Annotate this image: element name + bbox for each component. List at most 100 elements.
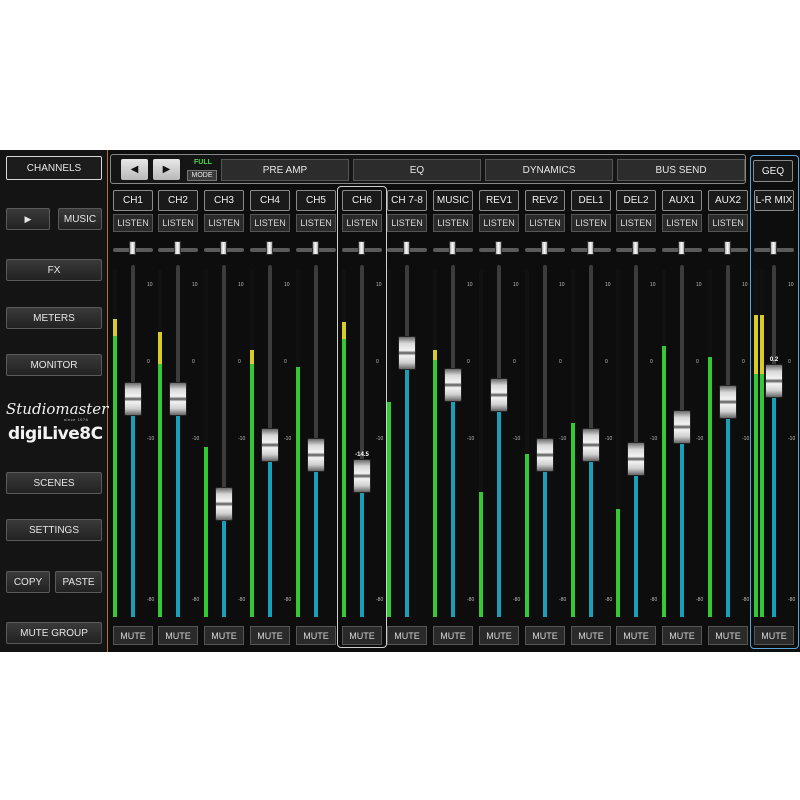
channel-name-button[interactable]: AUX1 bbox=[662, 190, 702, 211]
fader-knob[interactable] bbox=[490, 378, 508, 413]
channel-name-button[interactable]: DEL1 bbox=[571, 190, 611, 211]
fader-track[interactable] bbox=[451, 265, 455, 617]
pan-slider-knob[interactable] bbox=[724, 241, 731, 255]
fader-track[interactable] bbox=[726, 265, 730, 617]
scenes-button[interactable]: SCENES bbox=[6, 472, 102, 494]
mute-button[interactable]: MUTE bbox=[250, 626, 290, 645]
channel-name-button[interactable]: DEL2 bbox=[616, 190, 656, 211]
mute-group-button[interactable]: MUTE GROUP bbox=[6, 622, 102, 644]
channel-name-button[interactable]: CH2 bbox=[158, 190, 198, 211]
mute-button[interactable]: MUTE bbox=[525, 626, 565, 645]
mode-button[interactable]: MODE bbox=[187, 170, 217, 181]
next-page-button[interactable]: ▶ bbox=[153, 159, 180, 180]
channel-name-button[interactable]: CH6 bbox=[342, 190, 382, 211]
pan-slider-knob[interactable] bbox=[678, 241, 685, 255]
listen-button[interactable]: LISTEN bbox=[616, 214, 656, 232]
fader-track[interactable] bbox=[131, 265, 135, 617]
listen-button[interactable]: LISTEN bbox=[342, 214, 382, 232]
mute-button[interactable]: MUTE bbox=[342, 626, 382, 645]
channel-name-button[interactable]: REV1 bbox=[479, 190, 519, 211]
fader-knob[interactable] bbox=[124, 381, 142, 416]
pan-slider-knob[interactable] bbox=[403, 241, 410, 255]
channel-name-button[interactable]: CH4 bbox=[250, 190, 290, 211]
fader-knob[interactable] bbox=[444, 367, 462, 402]
pan-slider-knob[interactable] bbox=[770, 241, 777, 255]
pan-slider-knob[interactable] bbox=[174, 241, 181, 255]
meters-button[interactable]: METERS bbox=[6, 307, 102, 329]
pan-slider-knob[interactable] bbox=[266, 241, 273, 255]
listen-button[interactable]: LISTEN bbox=[571, 214, 611, 232]
channel-name-button[interactable]: CH5 bbox=[296, 190, 336, 211]
fader-knob[interactable] bbox=[307, 438, 325, 473]
mute-button[interactable]: MUTE bbox=[158, 626, 198, 645]
listen-button[interactable]: LISTEN bbox=[479, 214, 519, 232]
tab-bus-send[interactable]: BUS SEND bbox=[617, 159, 745, 181]
tab-eq[interactable]: EQ bbox=[353, 159, 481, 181]
mute-button[interactable]: MUTE bbox=[113, 626, 153, 645]
listen-button[interactable]: LISTEN bbox=[204, 214, 244, 232]
listen-button[interactable]: LISTEN bbox=[250, 214, 290, 232]
fader-track[interactable] bbox=[176, 265, 180, 617]
fader-knob[interactable] bbox=[719, 385, 737, 420]
monitor-button[interactable]: MONITOR bbox=[6, 354, 102, 376]
fader-knob[interactable] bbox=[765, 364, 783, 399]
listen-button[interactable]: LISTEN bbox=[296, 214, 336, 232]
listen-button[interactable]: LISTEN bbox=[662, 214, 702, 232]
mute-button[interactable]: MUTE bbox=[296, 626, 336, 645]
fader-knob[interactable] bbox=[582, 427, 600, 462]
mute-button[interactable]: MUTE bbox=[433, 626, 473, 645]
play-button[interactable]: ▶ bbox=[6, 208, 50, 230]
channel-name-button[interactable]: CH1 bbox=[113, 190, 153, 211]
full-mode-toggle[interactable]: FULL MODE bbox=[186, 158, 218, 182]
pan-slider-knob[interactable] bbox=[541, 241, 548, 255]
listen-button[interactable]: LISTEN bbox=[387, 214, 427, 232]
listen-button[interactable]: LISTEN bbox=[708, 214, 748, 232]
copy-button[interactable]: COPY bbox=[6, 571, 50, 593]
channel-name-button[interactable]: CH3 bbox=[204, 190, 244, 211]
channel-name-button[interactable]: L-R MIX bbox=[754, 190, 794, 211]
settings-button[interactable]: SETTINGS bbox=[6, 519, 102, 541]
fader-track[interactable] bbox=[360, 265, 364, 617]
channel-name-button[interactable]: AUX2 bbox=[708, 190, 748, 211]
mute-button[interactable]: MUTE bbox=[571, 626, 611, 645]
channel-name-button[interactable]: MUSIC bbox=[433, 190, 473, 211]
listen-button[interactable]: LISTEN bbox=[433, 214, 473, 232]
listen-button[interactable]: LISTEN bbox=[113, 214, 153, 232]
mute-button[interactable]: MUTE bbox=[754, 626, 794, 645]
pan-slider-knob[interactable] bbox=[632, 241, 639, 255]
fader-knob[interactable] bbox=[261, 427, 279, 462]
channel-name-button[interactable]: CH 7-8 bbox=[387, 190, 427, 211]
mute-button[interactable]: MUTE bbox=[387, 626, 427, 645]
listen-button[interactable]: LISTEN bbox=[525, 214, 565, 232]
mute-button[interactable]: MUTE bbox=[662, 626, 702, 645]
pan-slider-knob[interactable] bbox=[220, 241, 227, 255]
paste-button[interactable]: PASTE bbox=[55, 571, 102, 593]
pan-slider-knob[interactable] bbox=[358, 241, 365, 255]
fader-track[interactable] bbox=[405, 265, 409, 617]
channels-button[interactable]: CHANNELS bbox=[6, 156, 102, 180]
fader-knob[interactable] bbox=[673, 409, 691, 444]
prev-page-button[interactable]: ◀ bbox=[121, 159, 148, 180]
mute-button[interactable]: MUTE bbox=[616, 626, 656, 645]
pan-slider-knob[interactable] bbox=[587, 241, 594, 255]
fader-knob[interactable] bbox=[215, 487, 233, 522]
pan-slider-knob[interactable] bbox=[449, 241, 456, 255]
pan-slider-knob[interactable] bbox=[312, 241, 319, 255]
fader-knob[interactable] bbox=[627, 441, 645, 476]
listen-button[interactable]: LISTEN bbox=[158, 214, 198, 232]
mute-button[interactable]: MUTE bbox=[204, 626, 244, 645]
fader-track[interactable] bbox=[222, 265, 226, 617]
fx-button[interactable]: FX bbox=[6, 259, 102, 281]
fader-knob[interactable] bbox=[398, 336, 416, 370]
fader-knob[interactable] bbox=[353, 459, 371, 494]
fader-track[interactable] bbox=[772, 265, 776, 617]
tab-dynamics[interactable]: DYNAMICS bbox=[485, 159, 613, 181]
pan-slider-knob[interactable] bbox=[129, 241, 136, 255]
mute-button[interactable]: MUTE bbox=[479, 626, 519, 645]
tab-pre-amp[interactable]: PRE AMP bbox=[221, 159, 349, 181]
fader-track[interactable] bbox=[497, 265, 501, 617]
music-button[interactable]: MUSIC bbox=[58, 208, 102, 230]
fader-knob[interactable] bbox=[169, 381, 187, 416]
pan-slider-knob[interactable] bbox=[495, 241, 502, 255]
mute-button[interactable]: MUTE bbox=[708, 626, 748, 645]
